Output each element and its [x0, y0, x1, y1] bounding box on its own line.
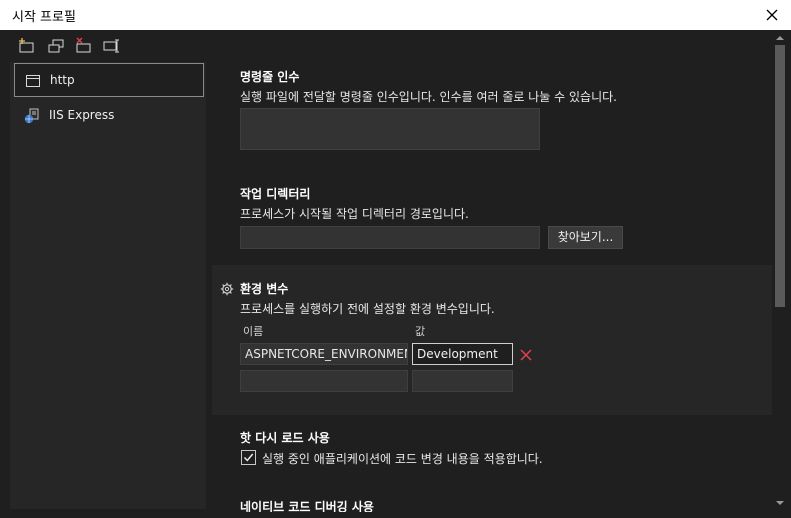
profile-toolbar — [3, 30, 213, 62]
new-profile-icon[interactable] — [18, 37, 36, 55]
environment-variables-description: 프로세스를 실행하기 전에 설정할 환경 변수입니다. — [240, 302, 495, 316]
profile-item-http[interactable]: http — [14, 63, 204, 97]
vertical-scrollbar[interactable] — [772, 32, 788, 512]
hot-reload-title: 핫 다시 로드 사용 — [240, 431, 330, 445]
rename-profile-icon[interactable] — [103, 37, 121, 55]
hot-reload-label: 실행 중인 애플리케이션에 코드 변경 내용을 적용합니다. — [262, 452, 543, 466]
copy-profile-icon[interactable] — [47, 37, 65, 55]
window-title: 시작 프로필 — [12, 10, 76, 25]
env-value-header: 값 — [415, 325, 426, 338]
env-name-cell[interactable]: ASPNETCORE_ENVIRONMENT — [240, 343, 408, 365]
section-working-directory: 작업 디렉터리 프로세스가 시작될 작업 디렉터리 경로입니다. 찾아보기... — [212, 167, 772, 265]
profile-label: IIS Express — [49, 108, 115, 122]
close-icon[interactable] — [761, 4, 783, 26]
gear-icon[interactable] — [220, 282, 234, 296]
env-value-cell[interactable]: Development — [412, 343, 513, 365]
checkmark-icon — [243, 453, 254, 462]
scroll-up-icon[interactable] — [775, 34, 785, 42]
working-directory-input[interactable] — [240, 226, 540, 249]
native-debugging-title: 네이티브 코드 디버깅 사용 — [240, 500, 374, 512]
environment-variables-title: 환경 변수 — [240, 282, 289, 296]
dialog-body: http IIS Express 명령줄 인수 실행 파일에 전달할 명령줄 인… — [3, 30, 790, 515]
profile-label: http — [50, 73, 75, 87]
scroll-thumb[interactable] — [775, 45, 785, 307]
profile-item-iis-express[interactable]: IIS Express — [14, 99, 204, 133]
title-bar: 시작 프로필 — [0, 0, 791, 30]
delete-icon[interactable] — [519, 348, 533, 362]
profile-list: http IIS Express — [10, 62, 206, 509]
command-line-args-input[interactable] — [240, 108, 540, 150]
env-name-header: 이름 — [243, 325, 264, 338]
working-directory-description: 프로세스가 시작될 작업 디렉터리 경로입니다. — [240, 207, 469, 221]
env-new-name-cell[interactable] — [240, 370, 408, 392]
working-directory-title: 작업 디렉터리 — [240, 187, 311, 201]
delete-profile-icon[interactable] — [75, 37, 93, 55]
command-line-args-description: 실행 파일에 전달할 명령줄 인수입니다. 인수를 여러 줄로 나눌 수 있습니… — [240, 90, 617, 104]
section-hot-reload: 핫 다시 로드 사용 실행 중인 애플리케이션에 코드 변경 내용을 적용합니다… — [212, 415, 772, 485]
profile-settings: 명령줄 인수 실행 파일에 전달할 명령줄 인수입니다. 인수를 여러 줄로 나… — [212, 32, 772, 512]
iis-express-icon — [24, 108, 39, 124]
scroll-down-icon[interactable] — [775, 499, 785, 507]
section-environment-variables: 환경 변수 프로세스를 실행하기 전에 설정할 환경 변수입니다. 이름 값 A… — [212, 265, 772, 415]
command-line-args-title: 명령줄 인수 — [240, 70, 300, 84]
hot-reload-checkbox[interactable] — [241, 450, 256, 465]
env-new-value-cell[interactable] — [412, 370, 513, 392]
browse-button[interactable]: 찾아보기... — [548, 226, 623, 249]
section-native-debugging: 네이티브 코드 디버깅 사용 — [212, 485, 772, 512]
section-command-line-args: 명령줄 인수 실행 파일에 전달할 명령줄 인수입니다. 인수를 여러 줄로 나… — [212, 32, 772, 167]
window-icon — [26, 75, 40, 87]
